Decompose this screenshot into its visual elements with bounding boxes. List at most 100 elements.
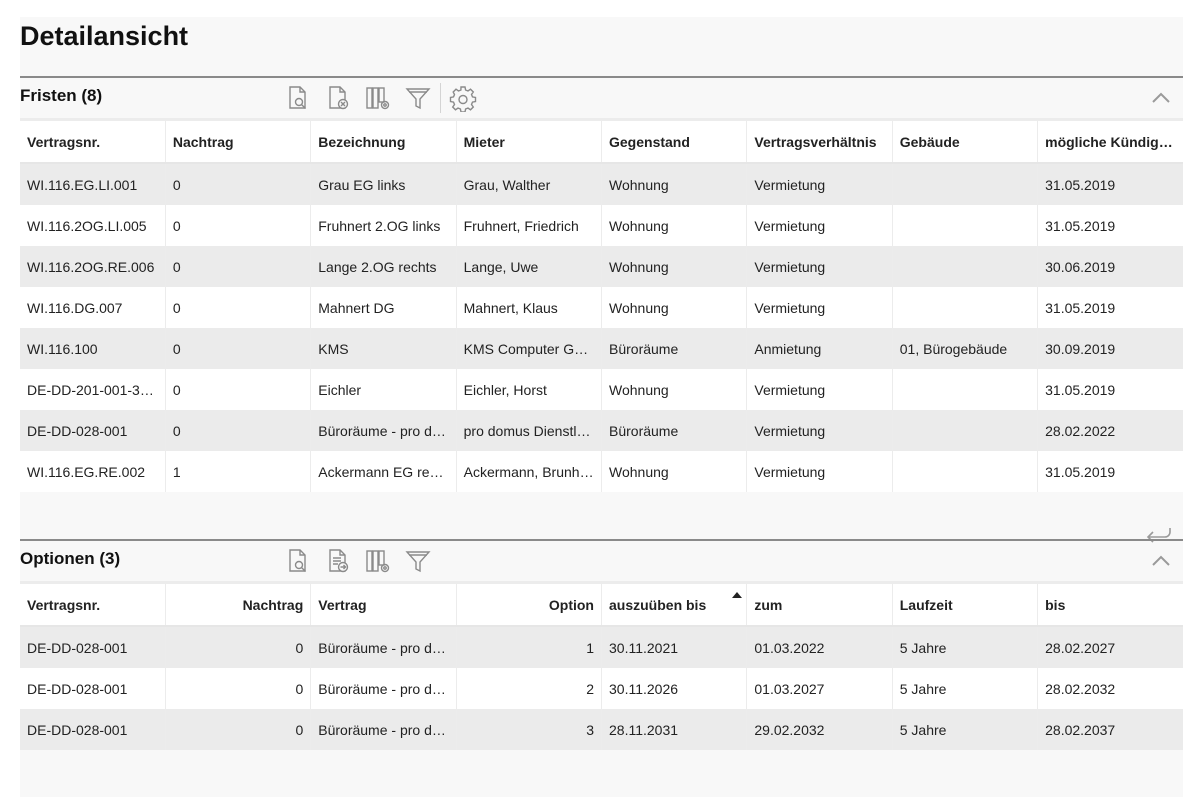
table-cell: Ackermann EG rechts <box>310 451 457 492</box>
optionen-toolbar <box>278 546 438 576</box>
table-row[interactable]: DE-DD-201-001-3O… 0 Eichler Eichler, Horst W… <box>20 369 1183 410</box>
document-search-icon[interactable] <box>278 546 318 576</box>
column-header[interactable]: Gegenstand <box>601 121 748 164</box>
table-cell: Anmietung <box>746 328 893 369</box>
table-cell: Grau, Walther <box>456 163 603 205</box>
table-cell: 0 <box>165 709 312 750</box>
table-cell: Wohnung <box>601 205 748 246</box>
column-header[interactable]: Mieter <box>456 121 603 164</box>
table-cell: 0 <box>165 328 312 369</box>
column-header[interactable]: mögliche Kündigu… <box>1037 121 1183 164</box>
sort-ascending-icon <box>732 592 743 598</box>
table-cell: 0 <box>165 626 312 668</box>
table-cell: 5 Jahre <box>892 668 1039 709</box>
table-cell: Vermietung <box>746 287 893 328</box>
table-cell: Büroräume <box>601 410 748 451</box>
filter-icon[interactable] <box>398 546 438 576</box>
table-cell: 28.02.2027 <box>1037 626 1183 668</box>
column-header-sorted[interactable]: auszuüben bis <box>601 584 748 627</box>
table-row[interactable]: WI.116.DG.007 0 Mahnert DG Mahnert, Klaus Wo… <box>20 287 1183 328</box>
table-cell: 0 <box>165 369 312 410</box>
table-cell: pro domus Dienstlei… <box>456 410 603 451</box>
table-row[interactable]: WI.116.2OG.LI.005 0 Fruhnert 2.OG links Fru… <box>20 205 1183 246</box>
table-cell: 01.03.2022 <box>746 626 893 668</box>
column-header[interactable]: zum <box>746 584 893 627</box>
table-row[interactable]: DE-DD-028-001 0 Büroräume - pro do… pro dom… <box>20 410 1183 451</box>
table-cell: KMS Computer GmbH <box>456 328 603 369</box>
table-cell: 0 <box>165 410 312 451</box>
column-header[interactable]: Laufzeit <box>892 584 1039 627</box>
column-header-label: auszuüben bis <box>609 596 707 613</box>
column-header[interactable]: Option <box>456 584 603 627</box>
table-cell: DE-DD-028-001 <box>20 626 166 668</box>
table-cell: WI.116.2OG.LI.005 <box>20 205 166 246</box>
table-cell: 31.05.2019 <box>1037 287 1183 328</box>
table-cell: 0 <box>165 287 312 328</box>
gear-icon[interactable] <box>443 83 483 113</box>
table-cell: 01.03.2027 <box>746 668 893 709</box>
table-row[interactable]: DE-DD-028-001 0 Büroräume - pro do… 2 30.11.… <box>20 668 1183 709</box>
table-row[interactable]: WI.116.2OG.RE.006 0 Lange 2.OG rechts Lange… <box>20 246 1183 287</box>
column-header[interactable]: bis <box>1037 584 1183 627</box>
table-cell: 28.02.2032 <box>1037 668 1183 709</box>
column-header[interactable]: Gebäude <box>892 121 1039 164</box>
document-export-icon[interactable] <box>318 546 358 576</box>
filter-icon[interactable] <box>398 83 438 113</box>
table-cell: Vermietung <box>746 205 893 246</box>
detail-view: Detailansicht Fristen (8) Vertragsnr. Na… <box>20 17 1183 797</box>
table-cell: WI.116.2OG.RE.006 <box>20 246 166 287</box>
table-header-row: Vertragsnr. Nachtrag Vertrag Option ausz… <box>20 584 1183 627</box>
document-remove-icon[interactable] <box>318 83 358 113</box>
section-divider <box>20 76 1183 78</box>
table-cell: 0 <box>165 205 312 246</box>
document-search-icon[interactable] <box>278 83 318 113</box>
table-cell: Wohnung <box>601 451 748 492</box>
fristen-table: Vertragsnr. Nachtrag Bezeichnung Mieter … <box>20 121 1183 492</box>
column-settings-icon[interactable] <box>358 83 398 113</box>
table-row[interactable]: WI.116.100 0 KMS KMS Computer GmbH Büroräume… <box>20 328 1183 369</box>
page-title: Detailansicht <box>20 21 189 51</box>
table-cell: WI.116.EG.RE.002 <box>20 451 166 492</box>
column-header[interactable]: Nachtrag <box>165 121 312 164</box>
fristen-section: Fristen (8) Vertragsnr. Nachtrag Bezeich… <box>20 76 1183 543</box>
table-cell <box>892 369 1039 410</box>
table-cell: 01, Bürogebäude <box>892 328 1039 369</box>
table-cell: Eichler <box>310 369 457 410</box>
table-cell: Büroräume - pro do… <box>310 668 457 709</box>
table-row[interactable]: WI.116.EG.LI.001 0 Grau EG links Grau, Walt… <box>20 163 1183 205</box>
fristen-toolbar <box>278 83 483 113</box>
table-cell <box>892 410 1039 451</box>
table-cell: DE-DD-028-001 <box>20 709 166 750</box>
column-header[interactable]: Bezeichnung <box>310 121 457 164</box>
table-cell: 30.06.2019 <box>1037 246 1183 287</box>
column-header[interactable]: Vertragsnr. <box>20 121 166 164</box>
table-cell: Grau EG links <box>310 163 457 205</box>
chevron-up-icon[interactable] <box>1149 86 1173 110</box>
table-cell <box>892 246 1039 287</box>
table-cell: Ackermann, Brunhilde <box>456 451 603 492</box>
column-header[interactable]: Vertrag <box>310 584 457 627</box>
column-header[interactable]: Nachtrag <box>165 584 312 627</box>
table-cell: Lange, Uwe <box>456 246 603 287</box>
chevron-up-icon[interactable] <box>1149 549 1173 573</box>
table-cell: Büroräume - pro do… <box>310 626 457 668</box>
optionen-title: Optionen (3) <box>20 549 121 568</box>
table-cell: 1 <box>165 451 312 492</box>
table-cell: 31.05.2019 <box>1037 163 1183 205</box>
table-row[interactable]: DE-DD-028-001 0 Büroräume - pro do… 3 28.11.… <box>20 709 1183 750</box>
table-cell: KMS <box>310 328 457 369</box>
table-row[interactable]: WI.116.EG.RE.002 1 Ackermann EG rechts Acke… <box>20 451 1183 492</box>
table-cell: 28.11.2031 <box>601 709 748 750</box>
table-cell: WI.116.EG.LI.001 <box>20 163 166 205</box>
table-cell: 28.02.2037 <box>1037 709 1183 750</box>
column-header[interactable]: Vertragsnr. <box>20 584 166 627</box>
fristen-title: Fristen (8) <box>20 86 103 105</box>
table-cell: Büroräume <box>601 328 748 369</box>
table-row[interactable]: DE-DD-028-001 0 Büroräume - pro do… 1 30.11.… <box>20 626 1183 668</box>
column-header[interactable]: Vertragsverhältnis <box>746 121 893 164</box>
table-cell: Fruhnert 2.OG links <box>310 205 457 246</box>
table-cell: DE-DD-028-001 <box>20 668 166 709</box>
optionen-section: Optionen (3) Vertragsnr. Nachtrag Vertra… <box>20 539 1183 797</box>
table-cell: Vermietung <box>746 451 893 492</box>
column-settings-icon[interactable] <box>358 546 398 576</box>
